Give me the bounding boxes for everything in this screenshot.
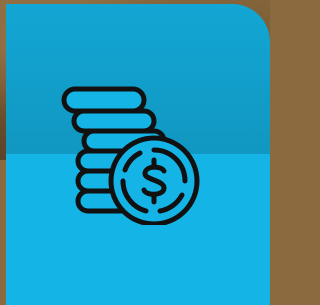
coin-stack-dollar-icon [54, 80, 204, 225]
